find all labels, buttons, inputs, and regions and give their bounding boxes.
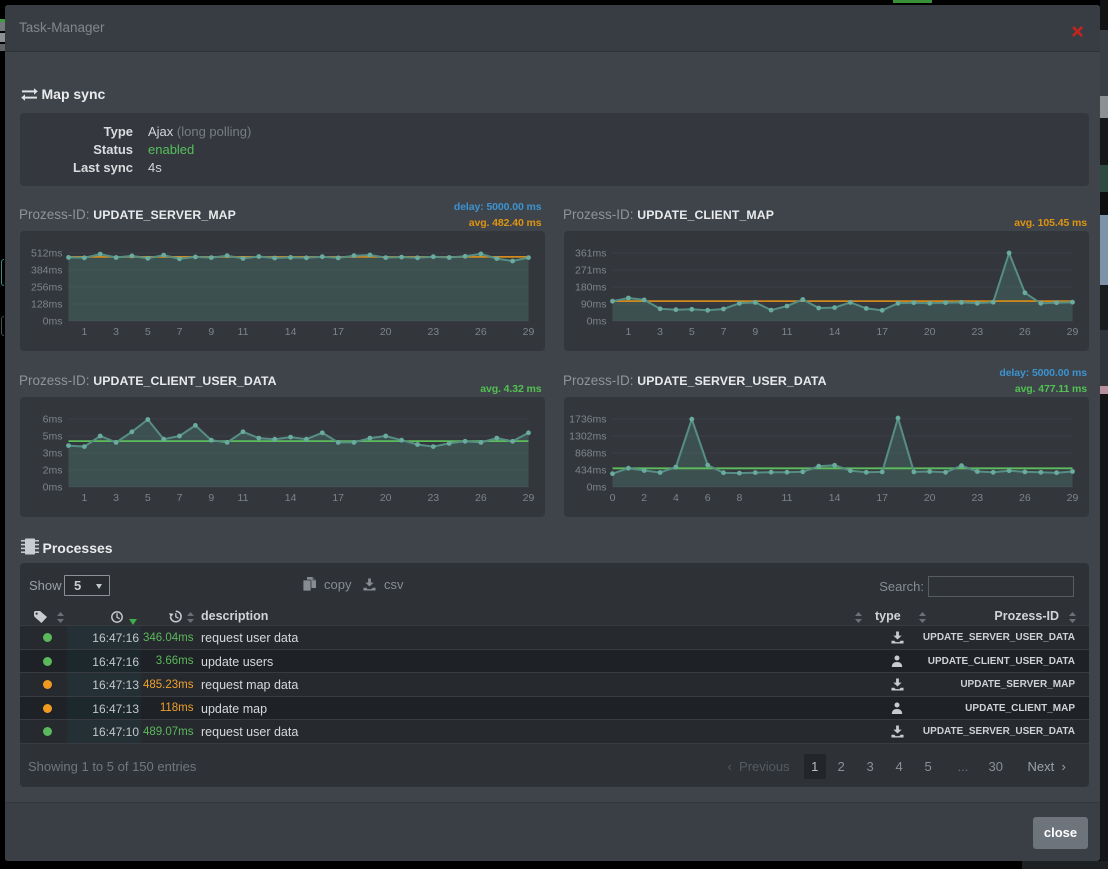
- svg-text:7: 7: [720, 326, 726, 338]
- svg-text:17: 17: [332, 326, 344, 338]
- svg-text:17: 17: [876, 492, 888, 504]
- svg-text:14: 14: [828, 492, 840, 504]
- svg-text:1: 1: [625, 326, 631, 338]
- svg-text:8: 8: [736, 492, 742, 504]
- svg-text:29: 29: [1066, 326, 1078, 338]
- svg-text:23: 23: [427, 326, 439, 338]
- svg-text:20: 20: [923, 492, 935, 504]
- svg-text:1302ms: 1302ms: [569, 431, 606, 443]
- svg-text:26: 26: [475, 326, 487, 338]
- svg-text:29: 29: [1066, 492, 1078, 504]
- svg-text:9: 9: [208, 326, 214, 338]
- svg-text:434ms: 434ms: [574, 465, 606, 477]
- svg-text:5: 5: [144, 492, 150, 504]
- svg-text:20: 20: [379, 326, 391, 338]
- svg-text:7: 7: [176, 492, 182, 504]
- svg-text:3: 3: [113, 326, 119, 338]
- svg-text:17: 17: [876, 326, 888, 338]
- svg-text:1736ms: 1736ms: [569, 414, 606, 426]
- svg-text:29: 29: [522, 492, 534, 504]
- svg-text:5: 5: [144, 326, 150, 338]
- svg-text:868ms: 868ms: [574, 448, 606, 460]
- svg-text:384ms: 384ms: [30, 265, 62, 277]
- svg-text:512ms: 512ms: [30, 248, 62, 260]
- svg-text:29: 29: [522, 326, 534, 338]
- svg-text:23: 23: [971, 492, 983, 504]
- svg-text:11: 11: [237, 326, 248, 338]
- svg-text:5: 5: [688, 326, 694, 338]
- svg-text:0ms: 0ms: [42, 316, 62, 328]
- svg-text:11: 11: [781, 492, 792, 504]
- svg-text:20: 20: [923, 326, 935, 338]
- svg-text:26: 26: [1019, 326, 1031, 338]
- svg-text:361ms: 361ms: [574, 248, 606, 260]
- svg-text:0ms: 0ms: [586, 316, 606, 328]
- svg-text:180ms: 180ms: [574, 282, 606, 294]
- svg-text:1: 1: [81, 492, 87, 504]
- svg-text:17: 17: [332, 492, 344, 504]
- svg-text:14: 14: [828, 326, 840, 338]
- svg-text:4: 4: [672, 492, 678, 504]
- svg-text:23: 23: [971, 326, 983, 338]
- svg-text:3: 3: [657, 326, 663, 338]
- svg-text:2: 2: [641, 492, 647, 504]
- svg-text:1: 1: [81, 326, 87, 338]
- svg-text:14: 14: [284, 492, 296, 504]
- svg-text:271ms: 271ms: [574, 265, 606, 277]
- svg-text:23: 23: [427, 492, 439, 504]
- svg-text:0ms: 0ms: [586, 482, 606, 494]
- svg-text:5ms: 5ms: [42, 431, 62, 443]
- svg-text:26: 26: [1019, 492, 1031, 504]
- svg-text:20: 20: [379, 492, 391, 504]
- svg-text:7: 7: [176, 326, 182, 338]
- svg-text:26: 26: [475, 492, 487, 504]
- svg-text:128ms: 128ms: [30, 299, 62, 311]
- svg-text:9: 9: [208, 492, 214, 504]
- svg-text:0ms: 0ms: [42, 482, 62, 494]
- svg-text:11: 11: [781, 326, 792, 338]
- svg-text:2ms: 2ms: [42, 465, 62, 477]
- svg-text:6: 6: [704, 492, 710, 504]
- svg-text:11: 11: [237, 492, 248, 504]
- svg-text:256ms: 256ms: [30, 282, 62, 294]
- svg-text:3ms: 3ms: [42, 448, 62, 460]
- svg-text:6ms: 6ms: [42, 414, 62, 426]
- svg-text:3: 3: [113, 492, 119, 504]
- svg-text:14: 14: [284, 326, 296, 338]
- svg-text:90ms: 90ms: [580, 299, 606, 311]
- svg-text:9: 9: [752, 326, 758, 338]
- svg-text:0: 0: [609, 492, 615, 504]
